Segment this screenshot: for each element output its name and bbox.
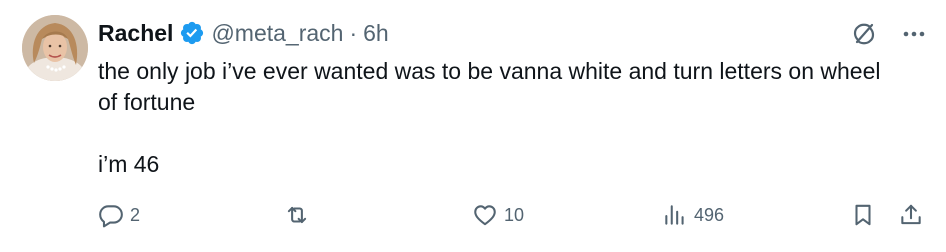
tweet-text: the only job i’ve ever wanted was to be … (98, 56, 898, 180)
heart-icon (474, 205, 496, 226)
share-icon (901, 204, 921, 225)
tweet-header: Rachel @meta_rach · 6h (98, 18, 389, 48)
verified-badge-icon[interactable] (179, 20, 205, 46)
views-icon (665, 205, 684, 225)
share-button[interactable] (898, 200, 924, 230)
bookmark-icon (855, 204, 871, 226)
tweet-timestamp[interactable]: 6h (363, 20, 389, 47)
more-icon[interactable] (900, 20, 928, 48)
repost-button[interactable] (284, 200, 316, 230)
view-count: 496 (694, 204, 725, 225)
author-name[interactable]: Rachel (98, 20, 173, 47)
reply-icon (99, 205, 123, 228)
bookmark-button[interactable] (850, 200, 876, 230)
tweet-text-line: i’m 46 (98, 151, 160, 177)
reply-count: 2 (130, 204, 141, 225)
grok-icon[interactable] (850, 20, 878, 48)
top-actions (850, 20, 928, 48)
views-button[interactable]: 496 (662, 200, 724, 230)
header-separator: · (349, 19, 358, 46)
like-button[interactable]: 10 (472, 200, 524, 230)
repost-icon (287, 206, 307, 224)
tweet-text-line: the only job i’ve ever wanted was to be … (98, 58, 887, 115)
like-count: 10 (504, 204, 525, 225)
reply-button[interactable]: 2 (98, 200, 140, 230)
avatar[interactable] (22, 15, 88, 81)
tweet-actions-bar: 2 10 496 (98, 200, 926, 230)
author-handle[interactable]: @meta_rach (211, 20, 343, 47)
tweet-card[interactable]: Rachel @meta_rach · 6h the only job i’ve… (0, 0, 946, 252)
